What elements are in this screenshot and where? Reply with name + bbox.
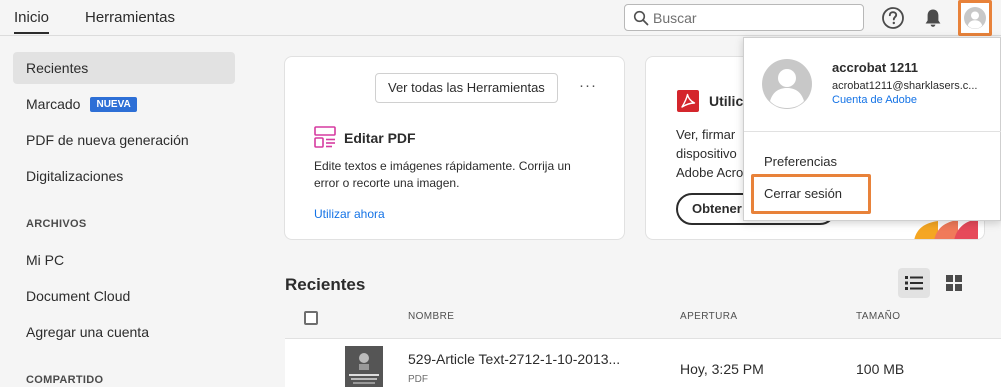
edit-pdf-icon xyxy=(314,126,336,148)
file-thumbnail-image xyxy=(345,346,383,387)
file-type: PDF xyxy=(408,374,428,385)
help-icon xyxy=(882,7,904,29)
sidebar-item-pdf-nueva-generacion[interactable]: PDF de nueva generación xyxy=(13,124,235,156)
tab-inicio[interactable]: Inicio xyxy=(14,9,50,34)
sidebar-item-digitalizaciones[interactable]: Digitalizaciones xyxy=(13,160,235,192)
tab-herramientas[interactable]: Herramientas xyxy=(85,9,175,26)
account-name: accrobat 1211 xyxy=(832,60,919,75)
account-avatar xyxy=(762,59,812,109)
sign-out-highlight xyxy=(751,174,871,214)
list-view-icon xyxy=(905,276,923,290)
select-all-checkbox[interactable] xyxy=(304,311,318,325)
sidebar-item-label: PDF de nueva generación xyxy=(26,132,189,148)
sidebar-item-label: Agregar una cuenta xyxy=(26,324,149,340)
file-opened-time: Hoy, 3:25 PM xyxy=(680,361,764,377)
sidebar-item-agregar-cuenta[interactable]: Agregar una cuenta xyxy=(13,316,235,348)
edit-pdf-description: Edite textos e imágenes rápidamente. Cor… xyxy=(314,159,571,190)
account-avatar-button[interactable] xyxy=(958,0,992,36)
sidebar-item-recientes[interactable]: Recientes xyxy=(13,52,235,84)
use-now-link[interactable]: Utilizar ahora xyxy=(314,207,385,221)
notifications-button[interactable] xyxy=(920,5,946,31)
menu-divider xyxy=(744,131,1001,132)
archivos-heading: ARCHIVOS xyxy=(26,218,87,230)
column-header-name[interactable]: NOMBRE xyxy=(408,311,454,322)
more-options-button[interactable]: ··· xyxy=(579,77,597,94)
account-email: acrobat1211@sharklasers.c... xyxy=(832,80,978,92)
sidebar-item-label: Mi PC xyxy=(26,252,65,268)
preferences-menu-item[interactable]: Preferencias xyxy=(764,154,837,169)
avatar-icon xyxy=(770,69,804,108)
new-badge: NUEVA xyxy=(90,96,137,112)
top-bar: Inicio Herramientas xyxy=(0,0,1001,36)
view-all-tools-button[interactable]: Ver todas las Herramientas xyxy=(375,73,558,103)
recents-title: Recientes xyxy=(285,275,366,294)
sidebar-item-label: Digitalizaciones xyxy=(26,168,124,184)
avatar-icon xyxy=(964,7,986,29)
sidebar-item-label: Recientes xyxy=(26,60,89,76)
sidebar-item-mi-pc[interactable]: Mi PC xyxy=(13,244,235,276)
compartido-heading: COMPARTIDO xyxy=(26,374,104,386)
search-icon xyxy=(633,10,649,26)
file-thumbnail xyxy=(345,346,383,387)
file-size: 100 MB xyxy=(856,361,905,377)
account-menu: accrobat 1211 acrobat1211@sharklasers.c.… xyxy=(743,37,1001,221)
acrobat-icon xyxy=(677,90,699,112)
column-header-opened[interactable]: APERTURA xyxy=(680,311,737,322)
promo-title: Utilic xyxy=(709,93,744,109)
grid-view-button[interactable] xyxy=(938,268,970,298)
list-view-button[interactable] xyxy=(898,268,930,298)
sidebar-item-marcado[interactable]: Marcado NUEVA xyxy=(13,88,235,120)
adobe-account-link[interactable]: Cuenta de Adobe xyxy=(832,94,917,106)
column-header-size[interactable]: TAMAÑO xyxy=(856,311,900,322)
search-input[interactable] xyxy=(653,8,858,27)
help-button[interactable] xyxy=(880,5,906,31)
sidebar: Recientes Marcado NUEVA PDF de nueva gene… xyxy=(0,37,250,387)
edit-pdf-title: Editar PDF xyxy=(344,130,416,146)
bell-icon xyxy=(925,9,941,27)
grid-view-icon xyxy=(946,275,962,291)
sidebar-item-document-cloud[interactable]: Document Cloud xyxy=(13,280,235,312)
file-name[interactable]: 529-Article Text-2712-1-10-2013... xyxy=(408,351,620,367)
sidebar-item-label: Marcado xyxy=(26,96,81,112)
sidebar-item-label: Document Cloud xyxy=(26,288,131,304)
tools-card: Ver todas las Herramientas ··· Editar PD… xyxy=(284,56,625,240)
search-box[interactable] xyxy=(624,4,864,31)
